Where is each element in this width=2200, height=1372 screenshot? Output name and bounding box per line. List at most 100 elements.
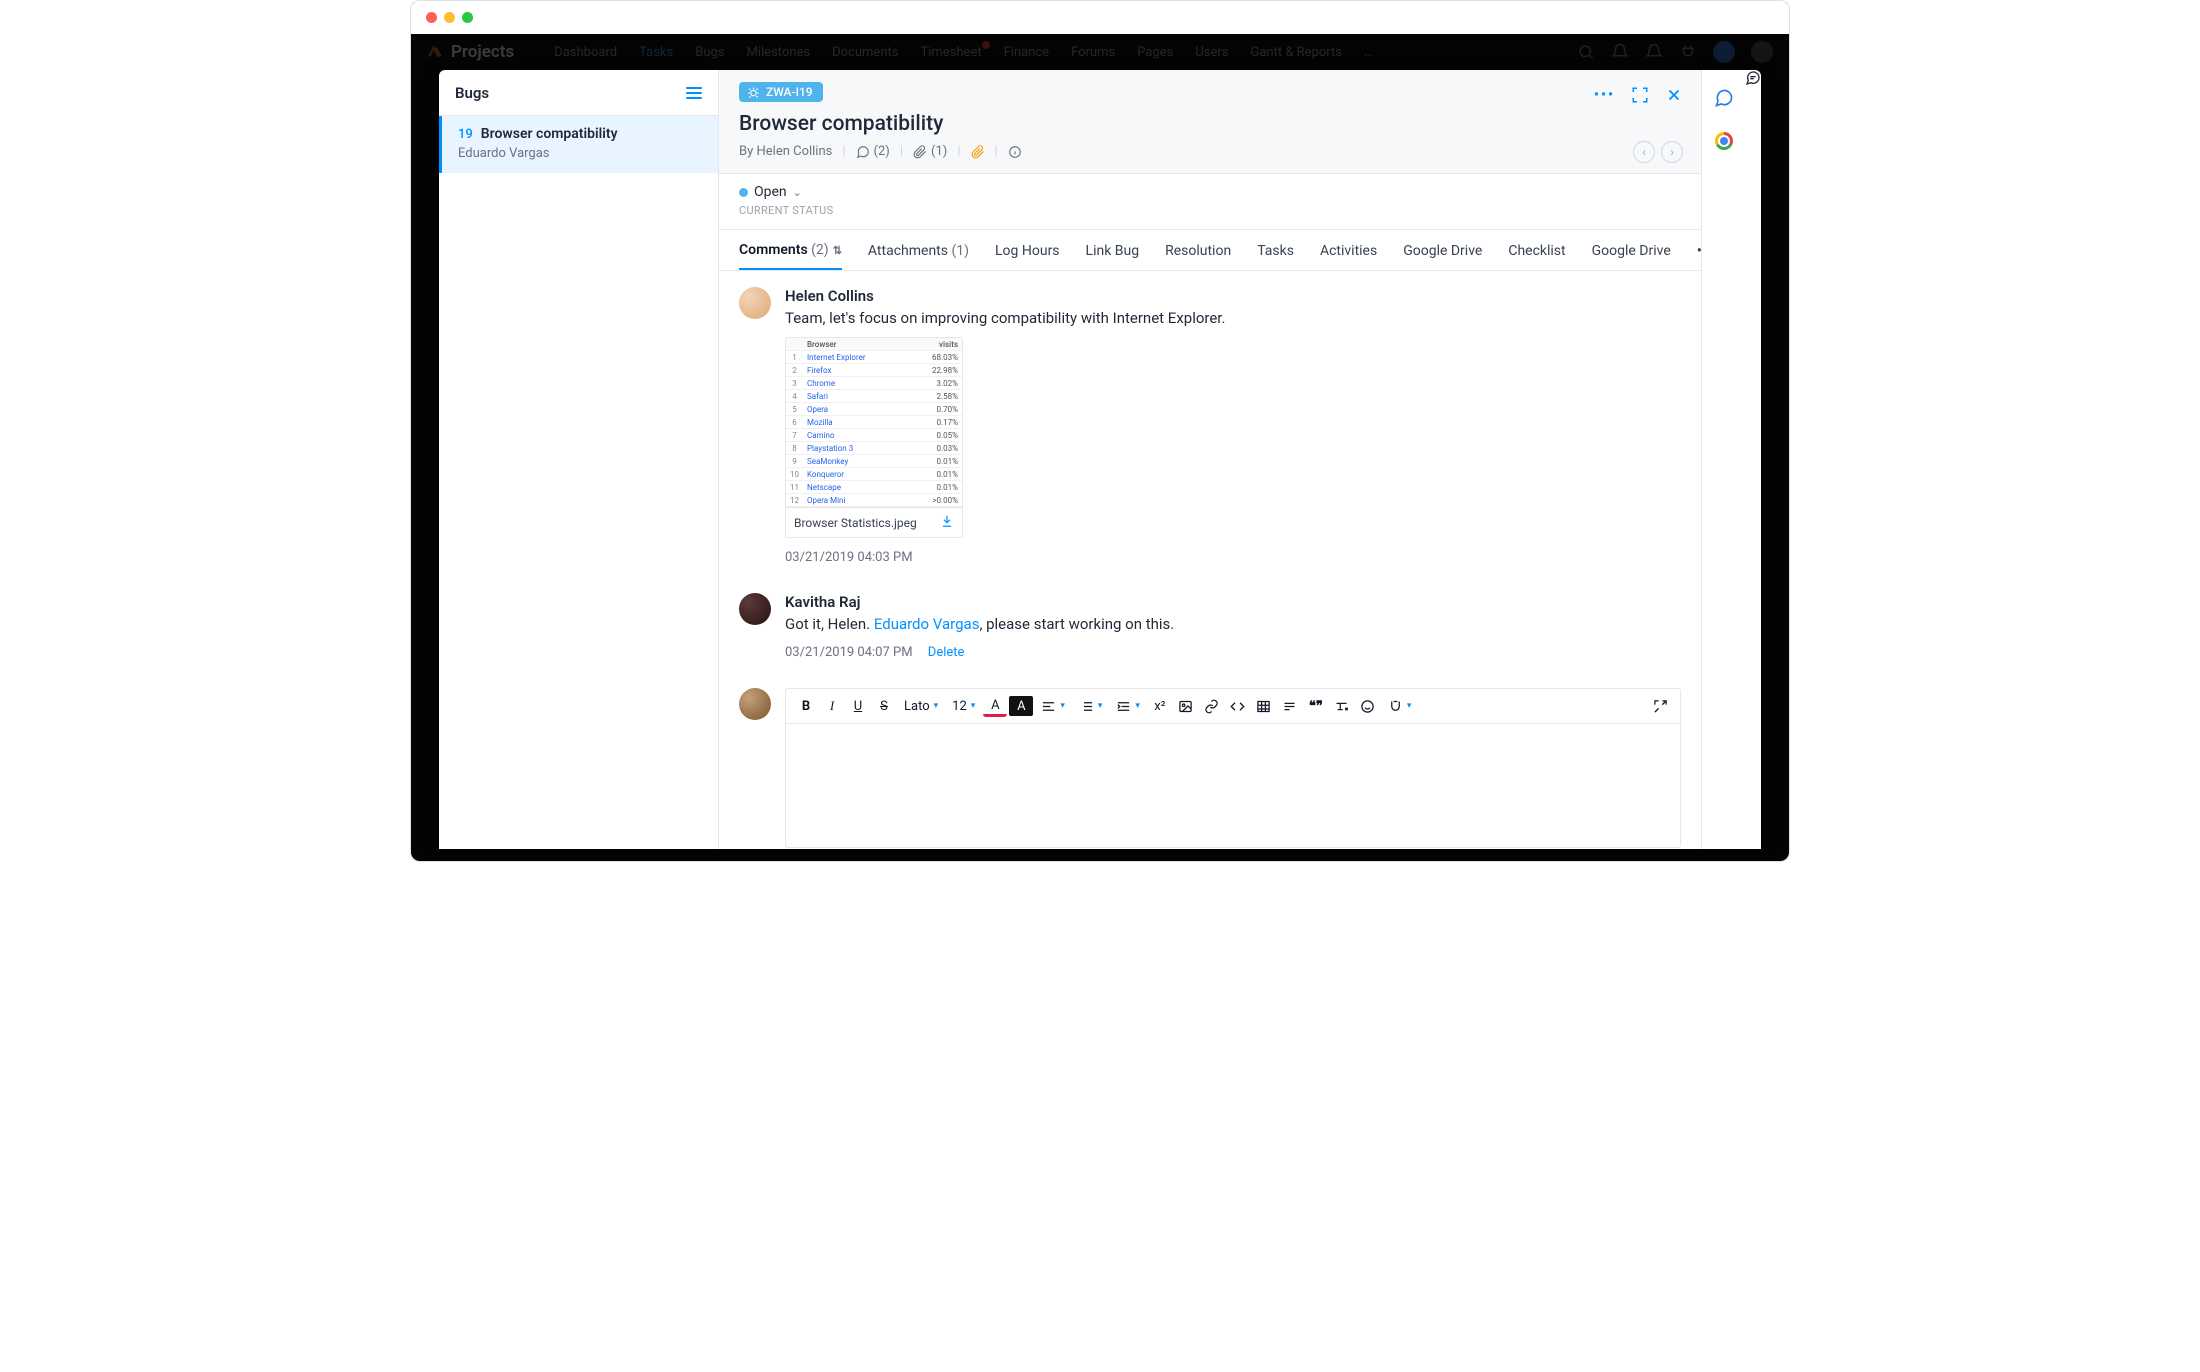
window-close-dot[interactable] — [426, 12, 437, 23]
window-zoom-dot[interactable] — [462, 12, 473, 23]
avatar — [739, 287, 771, 319]
search-icon[interactable] — [1577, 43, 1595, 61]
download-icon[interactable] — [940, 514, 954, 531]
italic-button[interactable]: I — [820, 694, 844, 718]
expand-icon[interactable] — [1631, 86, 1649, 104]
superscript-button[interactable]: x² — [1148, 694, 1172, 718]
bell-icon[interactable] — [1645, 43, 1663, 61]
list-button[interactable]: ▾ — [1073, 694, 1109, 718]
emoji-button[interactable] — [1356, 694, 1380, 718]
meta-comments[interactable]: (2) — [856, 144, 890, 159]
chat-fab[interactable] — [1745, 70, 1761, 849]
notification-badge — [982, 41, 990, 49]
tab-google-drive-2[interactable]: Google Drive — [1592, 231, 1671, 269]
tab-google-drive[interactable]: Google Drive — [1403, 231, 1482, 269]
meta-attachments[interactable]: (1) — [913, 144, 947, 159]
meta-info[interactable] — [1008, 145, 1022, 159]
bgnav-more[interactable]: ... — [1364, 45, 1374, 60]
code-button[interactable] — [1226, 694, 1250, 718]
comment-timestamp: 03/21/2019 04:07 PM — [785, 645, 913, 660]
strikethrough-button[interactable]: S — [872, 694, 896, 718]
fullscreen-button[interactable] — [1648, 694, 1672, 718]
bgnav-bugs[interactable]: Bugs — [695, 45, 724, 60]
user-mention[interactable]: Eduardo Vargas — [874, 615, 980, 633]
app-background: Projects Dashboard Tasks Bugs Milestones… — [411, 34, 1789, 861]
bgnav-tasks[interactable]: Tasks — [639, 45, 673, 60]
chat-rail-icon[interactable] — [1714, 88, 1734, 108]
bug-title: Browser compatibility — [481, 126, 618, 142]
current-user-avatar — [739, 688, 771, 720]
notification-icon[interactable] — [1611, 43, 1629, 61]
next-arrow[interactable]: › — [1661, 141, 1683, 163]
tab-activities[interactable]: Activities — [1320, 231, 1377, 269]
bug-tag-label: ZWA-I19 — [766, 85, 813, 99]
plug-icon[interactable] — [1679, 43, 1697, 61]
tab-checklist[interactable]: Checklist — [1508, 231, 1565, 269]
indent-button[interactable]: ▾ — [1110, 694, 1146, 718]
font-size-select[interactable]: 12▾ — [946, 694, 981, 718]
image-button[interactable] — [1174, 694, 1198, 718]
bgnav-documents[interactable]: Documents — [832, 45, 898, 60]
hr-button[interactable] — [1278, 694, 1302, 718]
bgnav-gantt[interactable]: Gantt & Reports — [1251, 45, 1342, 60]
sidebar-menu-icon[interactable] — [686, 87, 702, 99]
underline-button[interactable]: U — [846, 694, 870, 718]
more-format-button[interactable]: ▾ — [1382, 694, 1418, 718]
bug-tag-chip[interactable]: ZWA-I19 — [739, 82, 823, 102]
comment-author: Helen Collins — [785, 287, 1681, 305]
tab-link-bug[interactable]: Link Bug — [1086, 231, 1140, 269]
window-minimize-dot[interactable] — [444, 12, 455, 23]
status-select[interactable]: Open ⌄ — [739, 184, 1681, 200]
font-family-select[interactable]: Lato▾ — [898, 694, 944, 718]
meta-link[interactable] — [971, 145, 985, 159]
quote-button[interactable]: ❝❞ — [1304, 694, 1328, 718]
user-avatar-top[interactable] — [1751, 41, 1773, 63]
chevron-down-icon: ⌄ — [793, 186, 802, 199]
status-value: Open — [754, 184, 787, 200]
delete-link[interactable]: Delete — [928, 645, 965, 660]
attachment-filename: Browser Statistics.jpeg — [794, 516, 917, 530]
sidebar-bug-item[interactable]: 19 Browser compatibility Eduardo Vargas — [439, 116, 718, 173]
bgnav-timesheet[interactable]: Timesheet — [920, 45, 981, 60]
highlight-button[interactable]: A — [1009, 696, 1033, 716]
attachment-preview-table: Browservisits 1Internet Explorer68.03% 2… — [786, 338, 962, 507]
bugs-sidebar: Bugs 19 Browser compatibility Eduardo Va… — [439, 70, 719, 849]
bgnav-milestones[interactable]: Milestones — [747, 45, 811, 60]
comment-editor: B I U S Lato▾ 12▾ A A ▾ ▾ — [785, 688, 1681, 848]
org-avatar[interactable] — [1713, 41, 1735, 63]
comment-timestamp: 03/21/2019 04:03 PM — [785, 550, 1681, 565]
paperclip-icon — [913, 145, 927, 159]
author-name: Helen Collins — [756, 144, 832, 159]
comment-text: Got it, Helen. Eduardo Vargas, please st… — [785, 615, 1681, 633]
meta-row: By Helen Collins | (2) | (1) | — [739, 144, 1681, 159]
clear-format-button[interactable] — [1330, 694, 1354, 718]
tab-resolution[interactable]: Resolution — [1165, 231, 1231, 269]
bgnav-forums[interactable]: Forums — [1071, 45, 1115, 60]
bgnav-pages[interactable]: Pages — [1137, 45, 1173, 60]
tab-tasks[interactable]: Tasks — [1257, 231, 1294, 269]
attachment-card[interactable]: Browservisits 1Internet Explorer68.03% 2… — [785, 337, 963, 538]
bgnav-users[interactable]: Users — [1195, 45, 1228, 60]
prev-arrow[interactable]: ‹ — [1633, 141, 1655, 163]
editor-textarea[interactable] — [786, 724, 1680, 847]
comments-scroll[interactable]: Helen Collins Team, let's focus on impro… — [719, 271, 1701, 849]
more-actions-icon[interactable]: ••• — [1594, 87, 1615, 103]
chrome-rail-icon[interactable] — [1715, 132, 1733, 150]
sidebar-header: Bugs — [439, 70, 718, 116]
table-button[interactable] — [1252, 694, 1276, 718]
status-label: CURRENT STATUS — [739, 204, 1681, 217]
background-topnav: Projects Dashboard Tasks Bugs Milestones… — [411, 34, 1789, 70]
tab-comments[interactable]: Comments (2)⇅ — [739, 230, 842, 270]
sort-icon[interactable]: ⇅ — [833, 244, 842, 257]
bgnav-finance[interactable]: Finance — [1004, 45, 1049, 60]
close-icon[interactable] — [1665, 86, 1683, 104]
brand-label: Projects — [451, 42, 514, 62]
tab-log-hours[interactable]: Log Hours — [995, 231, 1060, 269]
tab-attachments[interactable]: Attachments (1) — [868, 231, 969, 269]
align-button[interactable]: ▾ — [1035, 694, 1071, 718]
brand: Projects — [427, 42, 514, 62]
link-button[interactable] — [1200, 694, 1224, 718]
font-color-button[interactable]: A — [983, 697, 1007, 717]
bold-button[interactable]: B — [794, 694, 818, 718]
bgnav-dashboard[interactable]: Dashboard — [554, 45, 617, 60]
